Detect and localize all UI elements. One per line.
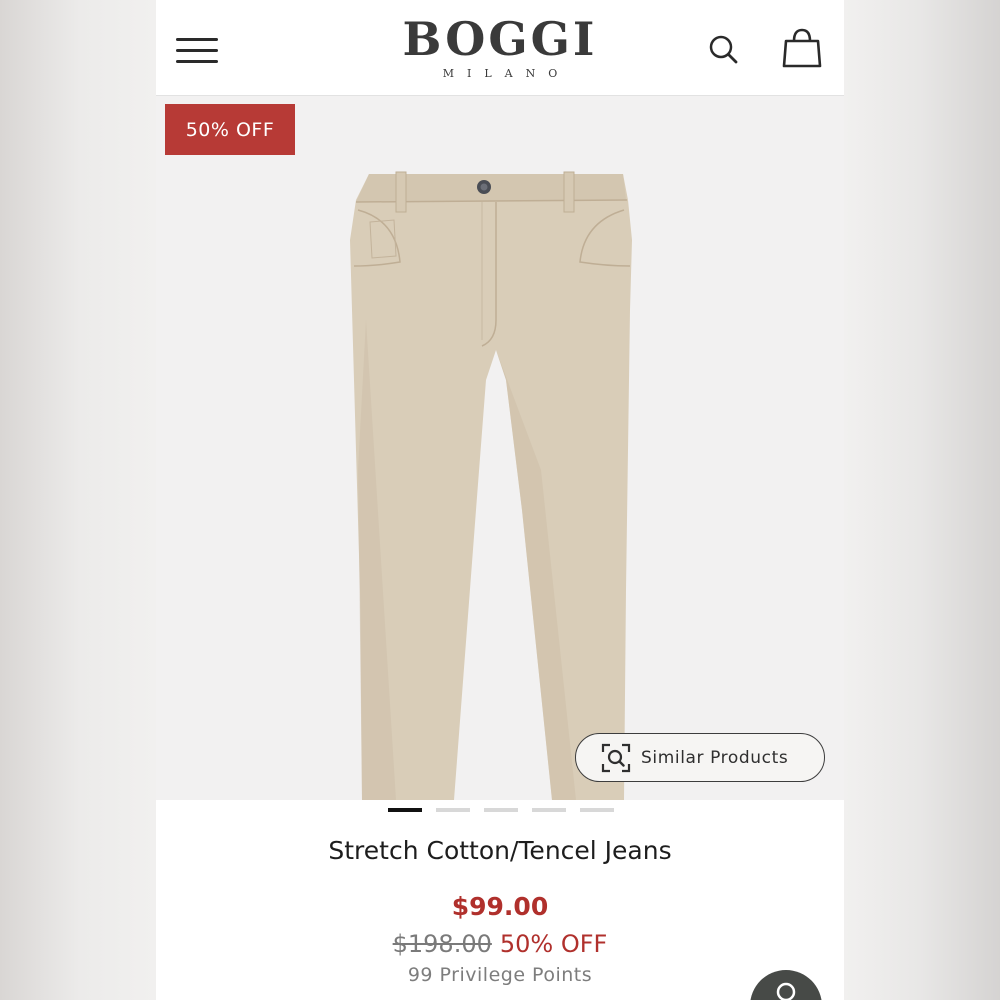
discount-label: 50% OFF (499, 930, 608, 958)
privilege-points: 99 Privilege Points (407, 964, 593, 986)
carousel-dot-3[interactable] (484, 808, 518, 812)
sale-price: $99.00 (451, 892, 549, 921)
similar-products-button[interactable]: Similar Products (575, 733, 825, 782)
chat-button[interactable] (750, 970, 822, 1000)
product-image (350, 171, 632, 800)
site-header: BOGGI MILANO (156, 0, 844, 96)
carousel-dot-1[interactable] (388, 808, 422, 812)
discount-badge: 50% OFF (165, 104, 295, 155)
original-price: $198.00 (392, 930, 492, 958)
similar-products-label: Similar Products (641, 747, 789, 768)
product-title: Stretch Cotton/Tencel Jeans (328, 836, 672, 865)
price-comparison: $198.00 50% OFF (156, 930, 844, 958)
visual-search-icon (601, 743, 631, 772)
carousel-dot-2[interactable] (436, 808, 470, 812)
shopping-bag-icon[interactable] (780, 26, 824, 70)
product-page: BOGGI MILANO 50% OFF Similar Products St… (156, 0, 844, 1000)
search-icon[interactable] (704, 30, 744, 70)
carousel-dot-4[interactable] (532, 808, 566, 812)
chat-icon (776, 982, 796, 1000)
product-image-gallery[interactable]: 50% OFF Similar Products (156, 96, 844, 800)
carousel-dot-5[interactable] (580, 808, 614, 812)
